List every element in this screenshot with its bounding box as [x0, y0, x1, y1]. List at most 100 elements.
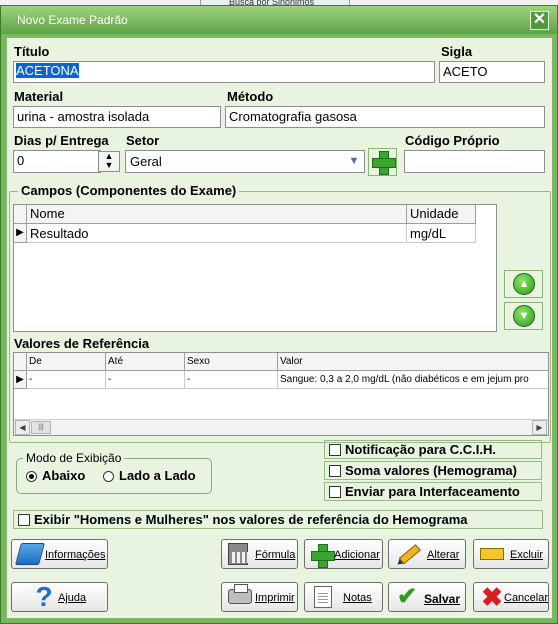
excluir-button[interactable]: Excluir — [473, 539, 549, 569]
valores-referencia-title: Valores de Referência — [14, 336, 150, 351]
salvar-label: Salvar — [424, 592, 461, 606]
row-indicator-icon: ▶ — [14, 371, 27, 389]
alterar-label: Alterar — [427, 549, 460, 561]
modo-abaixo-label[interactable]: Abaixo — [42, 468, 85, 483]
referencia-cell-sexo[interactable]: - — [185, 371, 278, 389]
setor-value: Geral — [130, 154, 162, 169]
titulo-label: Título — [14, 44, 50, 59]
excluir-label: Excluir — [510, 549, 544, 561]
formula-button[interactable]: Fórmula — [221, 539, 298, 569]
setor-select[interactable]: Geral ▼ — [125, 150, 365, 173]
window-title: Novo Exame Padrão — [17, 13, 128, 27]
notas-button[interactable]: Notas — [304, 582, 383, 612]
campos-cell-nome[interactable]: Resultado — [27, 224, 407, 243]
salvar-button[interactable]: ✔ Salvar — [388, 582, 466, 612]
soma-valores-label: Soma valores (Hemograma) — [345, 463, 517, 478]
modo-lado-a-lado-label[interactable]: Lado a Lado — [119, 468, 196, 483]
referencia-col-valor[interactable]: Valor — [278, 353, 548, 371]
add-setor-button[interactable] — [368, 148, 397, 176]
titulo-value: ACETONA — [16, 63, 79, 78]
move-down-button[interactable]: ▼ — [504, 302, 543, 330]
close-button[interactable]: ✕ — [530, 11, 549, 30]
title-bar[interactable]: Novo Exame Padrão ✕ — [1, 6, 557, 34]
referencia-col-de[interactable]: De — [27, 353, 106, 371]
dias-entrega-label: Dias p/ Entrega — [14, 133, 109, 148]
enviar-interfaceamento-checkbox[interactable]: Enviar para Interfaceamento — [324, 482, 542, 501]
informacoes-button[interactable]: Informações — [11, 539, 108, 569]
scroll-left-icon[interactable]: ◀ — [15, 420, 30, 435]
cancelar-button[interactable]: ✖ Cancelar — [473, 582, 549, 612]
modo-abaixo-radio[interactable] — [26, 471, 37, 482]
arrow-up-icon: ▲ — [513, 273, 535, 295]
modo-exibicao-title: Modo de Exibição — [23, 451, 125, 465]
metodo-label: Método — [227, 89, 274, 104]
row-indicator-icon: ▶ — [14, 224, 27, 243]
referencia-cell-valor[interactable]: Sangue: 0,3 a 2,0 mg/dL (não diabéticos … — [278, 371, 548, 389]
arrow-down-icon: ▼ — [513, 305, 535, 327]
material-label: Material — [14, 89, 64, 104]
adicionar-button[interactable]: Adicionar — [304, 539, 383, 569]
book-icon — [15, 543, 45, 565]
enviar-interfaceamento-label: Enviar para Interfaceamento — [345, 484, 520, 499]
sigla-label: Sigla — [441, 44, 473, 59]
help-icon: ? — [35, 581, 53, 612]
imprimir-button[interactable]: Imprimir — [221, 582, 298, 612]
cancelar-label: Cancelar — [504, 592, 549, 604]
notificacao-ccih-checkbox[interactable]: Notificação para C.C.I.H. — [324, 440, 542, 459]
referencia-grid[interactable]: De Até Sexo Valor ▶ - - - Sangue: 0,3 a … — [13, 352, 549, 436]
campos-grid[interactable]: Nome Unidade ▶ Resultado mg/dL — [13, 204, 497, 332]
document-icon — [314, 586, 332, 608]
campos-cell-unidade[interactable]: mg/dL — [407, 224, 476, 243]
checkbox-icon — [18, 514, 30, 526]
imprimir-label: Imprimir — [255, 592, 295, 604]
plus-icon — [311, 544, 335, 568]
referencia-col-ate[interactable]: Até — [106, 353, 185, 371]
notas-label: Notas — [343, 592, 372, 604]
close-icon: ✖ — [481, 582, 503, 612]
titulo-input[interactable]: ACETONA — [13, 61, 435, 83]
modo-lado-a-lado-radio[interactable] — [103, 471, 114, 482]
dias-entrega-spinner[interactable]: ▲ ▼ — [98, 151, 120, 172]
homens-mulheres-checkbox[interactable]: Exibir "Homens e Mulheres" nos valores d… — [13, 510, 543, 529]
dias-entrega-input[interactable]: 0 — [13, 150, 101, 173]
codigo-proprio-input[interactable] — [404, 150, 545, 173]
referencia-cell-de[interactable]: - — [27, 371, 106, 389]
eraser-icon — [480, 548, 504, 560]
campos-group-title: Campos (Componentes do Exame) — [18, 183, 240, 198]
soma-valores-checkbox[interactable]: Soma valores (Hemograma) — [324, 461, 542, 480]
dialog-client-area: Título ACETONA Sigla ACETO Material urin… — [6, 37, 553, 619]
printer-icon — [228, 584, 252, 604]
ajuda-button[interactable]: ? Ajuda — [11, 582, 108, 612]
setor-label: Setor — [126, 133, 160, 148]
notificacao-ccih-label: Notificação para C.C.I.H. — [345, 442, 496, 457]
dialog-window: Novo Exame Padrão ✕ Título ACETONA Sigla… — [0, 5, 558, 624]
metodo-input[interactable]: Cromatografia gasosa — [225, 106, 545, 128]
formula-label: Fórmula — [255, 549, 296, 561]
adicionar-label: Adicionar — [334, 549, 380, 561]
grid-corner — [14, 205, 27, 224]
calculator-icon — [228, 543, 248, 565]
sigla-input[interactable]: ACETO — [439, 61, 545, 83]
referencia-col-sexo[interactable]: Sexo — [185, 353, 278, 371]
grid-corner — [14, 353, 27, 371]
checkbox-icon — [329, 465, 341, 477]
informacoes-label: Informações — [45, 549, 106, 561]
campos-col-unidade[interactable]: Unidade — [407, 205, 476, 224]
campos-col-nome[interactable]: Nome — [27, 205, 407, 224]
referencia-cell-ate[interactable]: - — [106, 371, 185, 389]
codigo-proprio-label: Código Próprio — [405, 133, 500, 148]
plus-icon — [372, 151, 396, 175]
move-up-button[interactable]: ▲ — [504, 270, 543, 298]
scroll-thumb[interactable]: ||| — [31, 421, 51, 434]
material-input[interactable]: urina - amostra isolada — [13, 106, 221, 128]
alterar-button[interactable]: Alterar — [388, 539, 466, 569]
homens-mulheres-label: Exibir "Homens e Mulheres" nos valores d… — [34, 512, 468, 527]
pencil-icon — [391, 538, 424, 570]
referencia-hscrollbar[interactable]: ◀ ||| ▶ — [14, 419, 548, 435]
checkbox-icon — [329, 486, 341, 498]
checkmark-icon: ✔ — [396, 583, 418, 610]
checkbox-icon — [329, 444, 341, 456]
ajuda-label: Ajuda — [58, 592, 87, 604]
scroll-right-icon[interactable]: ▶ — [532, 420, 547, 435]
chevron-down-icon[interactable]: ▼ — [346, 153, 362, 170]
